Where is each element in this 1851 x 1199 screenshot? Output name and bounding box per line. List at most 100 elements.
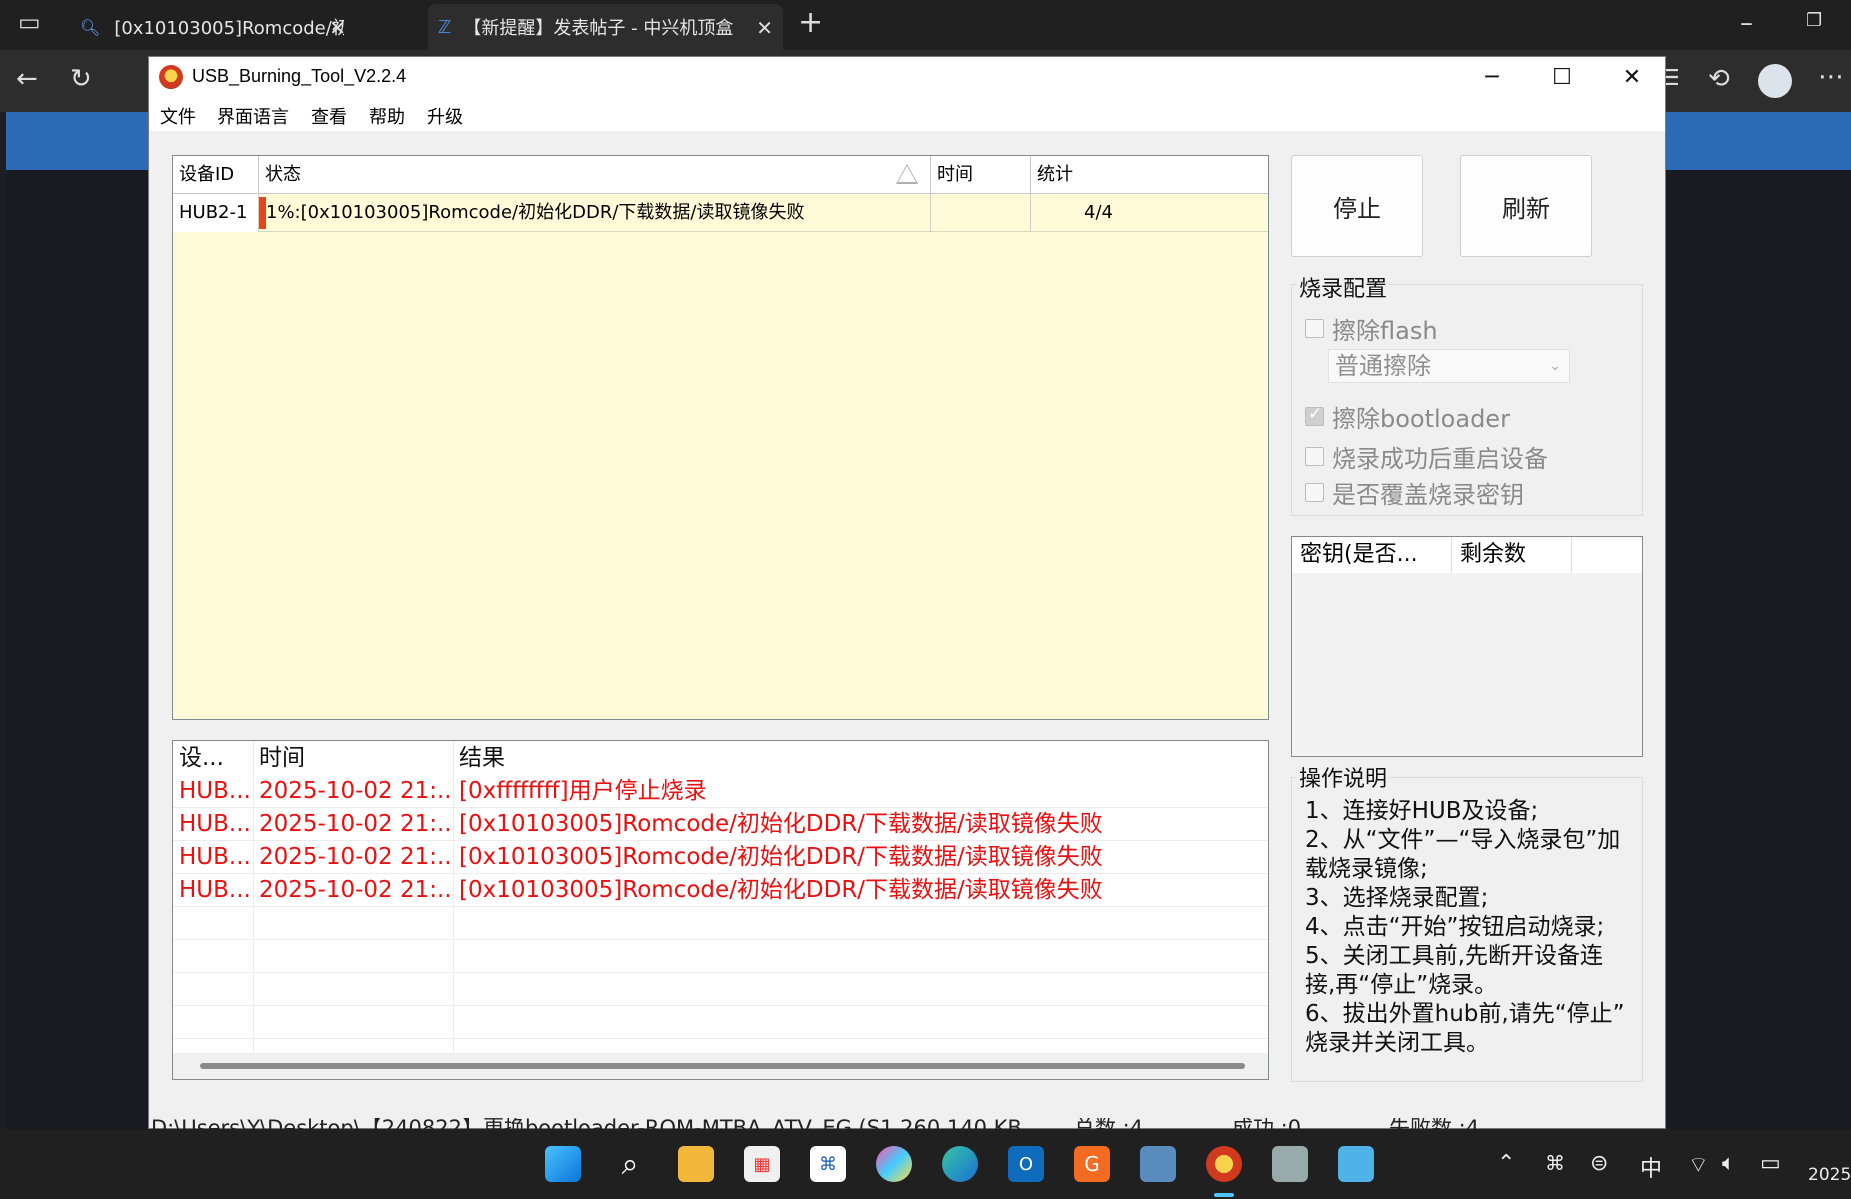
erase-bootloader-checkbox[interactable]: 擦除bootloader xyxy=(1305,399,1510,434)
log-row[interactable]: HUB... 2025-10-02 21:... [0x10103005]Rom… xyxy=(173,874,1268,907)
avatar[interactable] xyxy=(1758,64,1792,98)
scrollbar-thumb[interactable] xyxy=(200,1063,1245,1069)
show-hidden-icons[interactable]: ⌃ xyxy=(1497,1151,1515,1176)
device-table[interactable]: 设备ID 状态 时间 统计 HUB2-1 1%:[0x10103005]Romc… xyxy=(172,155,1269,720)
instruction-line: 1、连接好HUB及设备; xyxy=(1305,798,1539,824)
menu-upgrade[interactable]: 升级 xyxy=(427,103,463,129)
reload-icon[interactable]: ↻ xyxy=(70,66,92,92)
restore-icon[interactable]: ❐ xyxy=(1806,12,1822,30)
toggle-icon[interactable]: ⊜ xyxy=(1590,1151,1608,1176)
device-table-header: 设备ID 状态 时间 统计 xyxy=(173,156,1268,194)
device-status: 1%:[0x10103005]Romcode/初始化DDR/下载数据/读取镜像失… xyxy=(266,194,931,232)
log-row-empty xyxy=(173,907,1268,940)
battery-icon[interactable]: ▭ xyxy=(1760,1151,1781,1176)
erase-bootloader-label: 擦除bootloader xyxy=(1332,405,1510,433)
device-count: 4/4 xyxy=(1084,202,1113,223)
log-row[interactable]: HUB... 2025-10-02 21:... [0x10103005]Rom… xyxy=(173,808,1268,841)
volume-icon[interactable]: 🔈︎ xyxy=(1722,1151,1735,1176)
column-result[interactable]: 结果 xyxy=(453,741,1153,775)
notepad-icon[interactable] xyxy=(1338,1146,1374,1182)
checkbox-icon xyxy=(1305,319,1324,338)
horizontal-scrollbar[interactable] xyxy=(173,1053,1268,1079)
start-icon[interactable] xyxy=(545,1146,581,1182)
log-time: 2025-10-02 21:... xyxy=(259,877,453,903)
menu-view[interactable]: 查看 xyxy=(311,103,347,129)
close-button[interactable]: ✕ xyxy=(1597,57,1667,97)
copilot-icon[interactable] xyxy=(876,1146,912,1182)
close-icon[interactable]: ✕ xyxy=(329,16,346,40)
file-explorer-icon[interactable] xyxy=(678,1146,714,1182)
instruction-line: 烧录并关闭工具。 xyxy=(1305,1030,1489,1056)
maximize-button[interactable]: ☐ xyxy=(1527,57,1597,97)
outlook-icon[interactable]: O xyxy=(1008,1146,1044,1182)
remote-tray-icon[interactable]: ⌘ xyxy=(1545,1151,1565,1175)
computer-icon[interactable] xyxy=(1140,1146,1176,1182)
stop-button[interactable]: 停止 xyxy=(1291,155,1423,257)
column-time[interactable]: 时间 xyxy=(931,156,1031,194)
tab-actions-icon[interactable]: ▭ xyxy=(18,10,41,34)
overwrite-key-label: 是否覆盖烧录密钥 xyxy=(1332,481,1524,509)
edge-icon[interactable] xyxy=(942,1146,978,1182)
erase-flash-label: 擦除flash xyxy=(1332,317,1438,345)
column-status[interactable]: 状态 xyxy=(259,156,931,194)
close-icon[interactable]: ✕ xyxy=(756,16,773,40)
checkbox-icon xyxy=(1305,404,1324,426)
instruction-line: 4、点击“开始”按钮启动烧录; xyxy=(1305,914,1605,940)
minimize-icon[interactable]: – xyxy=(1740,10,1753,36)
new-tab-button[interactable]: + xyxy=(798,8,823,38)
instruction-line: 6、拔出外置hub前,请先“停止” xyxy=(1305,1001,1625,1027)
ime-indicator[interactable]: 中 xyxy=(1640,1151,1662,1183)
menu-file[interactable]: 文件 xyxy=(160,103,196,129)
browser-tab-1[interactable]: 🔍︎ [0x10103005]Romcode/初始化DDR/下载数据/读取镜像失… xyxy=(66,4,356,50)
checkbox-icon xyxy=(1305,483,1324,502)
back-icon[interactable]: ← xyxy=(16,66,38,92)
log-result: [0xffffffff]用户停止烧录 xyxy=(459,778,707,804)
usb-burning-tool-icon[interactable] xyxy=(1206,1146,1242,1182)
column-stats[interactable]: 统计 xyxy=(1031,156,1130,194)
window-title: USB_Burning_Tool_V2.2.4 xyxy=(192,66,407,86)
menu-help[interactable]: 帮助 xyxy=(369,103,405,129)
log-row-empty xyxy=(173,973,1268,1006)
overwrite-key-checkbox[interactable]: 是否覆盖烧录密钥 xyxy=(1305,475,1524,510)
instruction-line: 5、关闭工具前,先断开设备连 xyxy=(1305,943,1603,969)
log-device: HUB... xyxy=(179,844,251,870)
log-row[interactable]: HUB... 2025-10-02 21:... [0xffffffff]用户停… xyxy=(173,775,1268,808)
log-result: [0x10103005]Romcode/初始化DDR/下载数据/读取镜像失败 xyxy=(459,877,1103,903)
refresh-button[interactable]: 刷新 xyxy=(1460,155,1592,257)
menu-language[interactable]: 界面语言 xyxy=(217,103,289,129)
device-row[interactable]: HUB2-1 1%:[0x10103005]Romcode/初始化DDR/下载数… xyxy=(173,194,1268,232)
browser-tab-2[interactable]: ℤ 【新提醒】发表帖子 - 中兴机顶盒 ✕ xyxy=(428,4,783,50)
minimize-button[interactable]: ─ xyxy=(1457,57,1527,97)
sogou-icon[interactable]: G xyxy=(1074,1146,1110,1182)
key-table[interactable]: 密钥(是否... 剩余数 xyxy=(1291,536,1643,757)
history-icon[interactable]: ⟲ xyxy=(1708,66,1730,92)
erase-flash-checkbox[interactable]: 擦除flash xyxy=(1305,311,1438,346)
clock[interactable]: 2025/ xyxy=(1808,1165,1851,1185)
search-icon[interactable]: ⌕ xyxy=(612,1146,648,1182)
app-logo-icon xyxy=(159,65,183,89)
column-device[interactable]: 设... xyxy=(173,741,253,775)
chevron-down-icon: ⌄ xyxy=(1549,358,1561,374)
column-time[interactable]: 时间 xyxy=(253,741,453,775)
search-icon: 🔍︎ xyxy=(80,17,101,37)
column-empty xyxy=(1572,537,1642,573)
reboot-after-checkbox[interactable]: 烧录成功后重启设备 xyxy=(1305,439,1548,474)
store-icon[interactable]: ▦ xyxy=(744,1146,780,1182)
log-table[interactable]: 设... 时间 结果 HUB... 2025-10-02 21:... [0xf… xyxy=(172,740,1269,1080)
device-id: HUB2-1 xyxy=(173,194,259,232)
column-device-id[interactable]: 设备ID xyxy=(173,156,259,194)
device-time xyxy=(931,194,1031,232)
wifi-icon[interactable]: ⌔ xyxy=(1688,1151,1709,1179)
browser-tab-bar: ▭ 🔍︎ [0x10103005]Romcode/初始化DDR/下载数据/读取镜… xyxy=(0,0,1851,50)
menu-bar: 文件 界面语言 查看 帮助 升级 xyxy=(149,97,1665,131)
column-key[interactable]: 密钥(是否... xyxy=(1292,537,1452,573)
column-remaining[interactable]: 剩余数 xyxy=(1452,537,1572,573)
usb-drive-icon[interactable] xyxy=(1272,1146,1308,1182)
log-row[interactable]: HUB... 2025-10-02 21:... [0x10103005]Rom… xyxy=(173,841,1268,874)
window-titlebar: USB_Burning_Tool_V2.2.4 ─ ☐ ✕ xyxy=(149,57,1665,97)
erase-mode-select[interactable]: 普通擦除 ⌄ xyxy=(1328,349,1570,383)
remote-desktop-icon[interactable]: ⌘ xyxy=(810,1146,846,1182)
tab-title: 【新提醒】发表帖子 - 中兴机顶盒 xyxy=(463,18,734,39)
active-indicator xyxy=(1214,1193,1234,1197)
more-icon[interactable]: ⋯ xyxy=(1818,64,1844,90)
